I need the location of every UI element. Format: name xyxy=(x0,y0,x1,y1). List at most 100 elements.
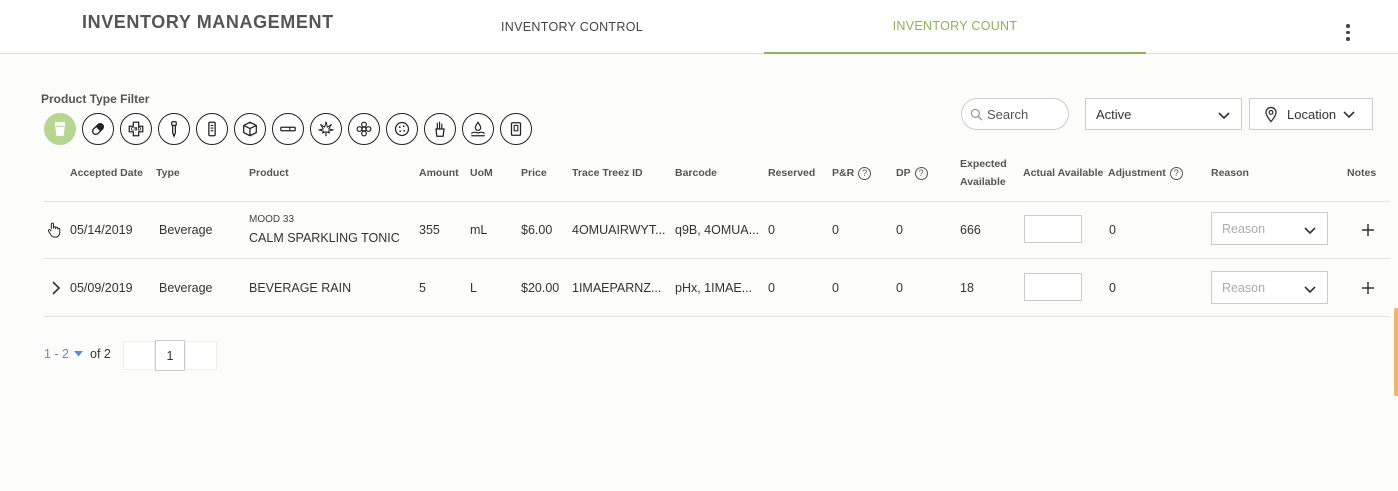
cell-accepted-date: 05/09/2019 xyxy=(70,281,133,295)
chevron-right-icon[interactable] xyxy=(48,280,64,296)
filter-cbd-button[interactable]: CBD xyxy=(120,113,152,145)
dropper-icon xyxy=(171,121,177,138)
column-header-actual-available[interactable]: Actual Available xyxy=(1023,164,1103,182)
actual-available-input[interactable] xyxy=(1024,273,1082,301)
caret-down-icon xyxy=(74,351,84,357)
filter-cartridge-button[interactable] xyxy=(196,113,228,145)
column-header-dp[interactable]: DP? xyxy=(896,164,928,182)
location-pin-icon xyxy=(1265,106,1277,123)
status-dropdown[interactable]: Active xyxy=(1085,98,1242,130)
search-icon xyxy=(970,108,983,121)
cell-expected-available: 18 xyxy=(960,281,974,295)
location-filter-button[interactable]: Location xyxy=(1249,98,1373,130)
top-bar: INVENTORY MANAGEMENT INVENTORY CONTROL I… xyxy=(0,0,1398,54)
column-header-pr[interactable]: P&R? xyxy=(832,164,872,182)
svg-text:CBD: CBD xyxy=(131,127,142,133)
cell-type: Beverage xyxy=(159,281,213,295)
cell-uom: mL xyxy=(470,223,488,237)
cell-trace-treez-id: 1IMAEPARNZ... xyxy=(572,281,662,295)
search-input[interactable] xyxy=(987,106,1063,122)
cell-dp: 0 xyxy=(896,281,903,295)
column-header-product[interactable]: Product xyxy=(249,164,289,182)
side-panel-handle[interactable] xyxy=(1394,308,1398,396)
page-range-label: 1 - 2 xyxy=(44,347,70,361)
cell-product: BEVERAGE RAIN xyxy=(249,281,352,295)
reason-dropdown[interactable]: Reason xyxy=(1211,212,1328,245)
search-box xyxy=(961,98,1069,130)
column-header-reason[interactable]: Reason xyxy=(1211,164,1249,182)
reason-placeholder: Reason xyxy=(1222,221,1266,236)
actual-available-input[interactable] xyxy=(1024,215,1082,243)
filter-preroll-button[interactable] xyxy=(272,113,304,145)
misc-icon xyxy=(510,122,522,136)
vape-cartridge-icon xyxy=(208,121,216,137)
previous-page-button[interactable] xyxy=(123,341,155,370)
column-header-adjustment[interactable]: Adjustment? xyxy=(1108,164,1183,182)
tab-inventory-control[interactable]: INVENTORY CONTROL xyxy=(381,0,763,54)
column-header-reserved[interactable]: Reserved xyxy=(768,164,815,182)
cell-amount: 355 xyxy=(419,223,440,237)
column-header-accepted-date[interactable]: Accepted Date xyxy=(70,164,143,182)
cell-trace-treez-id: 4OMUAIRWYT... xyxy=(572,223,666,237)
column-header-notes[interactable]: Notes xyxy=(1347,164,1376,182)
column-header-available: Available xyxy=(960,176,1006,188)
location-filter-label: Location xyxy=(1287,106,1337,122)
extract-icon xyxy=(435,121,445,137)
reason-dropdown[interactable]: Reason xyxy=(1211,271,1328,304)
pre-roll-icon xyxy=(280,126,296,132)
cell-dp: 0 xyxy=(896,223,903,237)
cell-barcode: pHx, 1IMAE... xyxy=(675,281,753,295)
column-header-trace-treez-id[interactable]: Trace Treez ID xyxy=(572,164,643,182)
filter-cannabis-button[interactable] xyxy=(310,113,342,145)
cell-type: Beverage xyxy=(159,223,213,237)
table-row-divider xyxy=(44,316,1390,317)
app-title: INVENTORY MANAGEMENT xyxy=(82,12,334,32)
filter-pill-button[interactable] xyxy=(82,113,114,145)
column-header-price[interactable]: Price xyxy=(521,164,547,182)
filter-extract-button[interactable] xyxy=(424,113,456,145)
cell-price: $6.00 xyxy=(521,223,553,237)
filter-tincture-button[interactable] xyxy=(158,113,190,145)
column-header-type[interactable]: Type xyxy=(156,164,180,182)
filter-flower-button[interactable] xyxy=(348,113,380,145)
product-type-filter: CBD xyxy=(44,113,532,145)
add-note-icon[interactable] xyxy=(1360,280,1376,296)
current-page-button[interactable]: 1 xyxy=(155,340,185,371)
help-icon[interactable]: ? xyxy=(1169,166,1183,180)
table-divider xyxy=(44,201,1390,202)
table-row-divider xyxy=(44,258,1390,259)
cell-reserved: 0 xyxy=(768,281,775,295)
cell-product: CALM SPARKLING TONIC xyxy=(249,231,400,245)
filter-beverage-button[interactable] xyxy=(44,113,76,145)
column-header-amount[interactable]: Amount xyxy=(419,164,459,182)
cbd-cross-icon: CBD xyxy=(128,121,144,137)
column-header-dp-label: DP xyxy=(896,167,911,179)
filter-package-button[interactable] xyxy=(234,113,266,145)
status-dropdown-value: Active xyxy=(1096,106,1132,122)
cell-adjustment: 0 xyxy=(1109,223,1116,237)
column-header-pr-label: P&R xyxy=(832,167,855,179)
cell-expected-available: 666 xyxy=(960,223,981,237)
reason-placeholder: Reason xyxy=(1222,280,1266,295)
cell-uom: L xyxy=(470,281,477,295)
column-header-expected[interactable]: Expected xyxy=(960,155,1007,173)
column-header-adjustment-label: Adjustment xyxy=(1108,167,1166,179)
filter-edible-button[interactable] xyxy=(386,113,418,145)
column-header-uom[interactable]: UoM xyxy=(470,164,493,182)
add-note-icon[interactable] xyxy=(1360,222,1376,238)
filter-misc-button[interactable] xyxy=(500,113,532,145)
cannabis-leaf-icon xyxy=(318,121,334,137)
cell-reserved: 0 xyxy=(768,223,775,237)
hand-cursor-icon[interactable] xyxy=(46,222,62,238)
page-size-dropdown[interactable]: 1 - 2 xyxy=(44,347,84,361)
tab-inventory-count[interactable]: INVENTORY COUNT xyxy=(764,0,1146,54)
column-header-barcode[interactable]: Barcode xyxy=(675,164,717,182)
filter-topical-button[interactable] xyxy=(462,113,494,145)
product-type-filter-label: Product Type Filter xyxy=(41,92,150,106)
more-options-icon[interactable] xyxy=(1340,24,1356,44)
help-icon[interactable]: ? xyxy=(858,166,872,180)
next-page-button[interactable] xyxy=(185,341,217,370)
page-total-label: of 2 xyxy=(90,347,111,361)
help-icon[interactable]: ? xyxy=(914,166,928,180)
chevron-down-icon xyxy=(1304,286,1316,294)
